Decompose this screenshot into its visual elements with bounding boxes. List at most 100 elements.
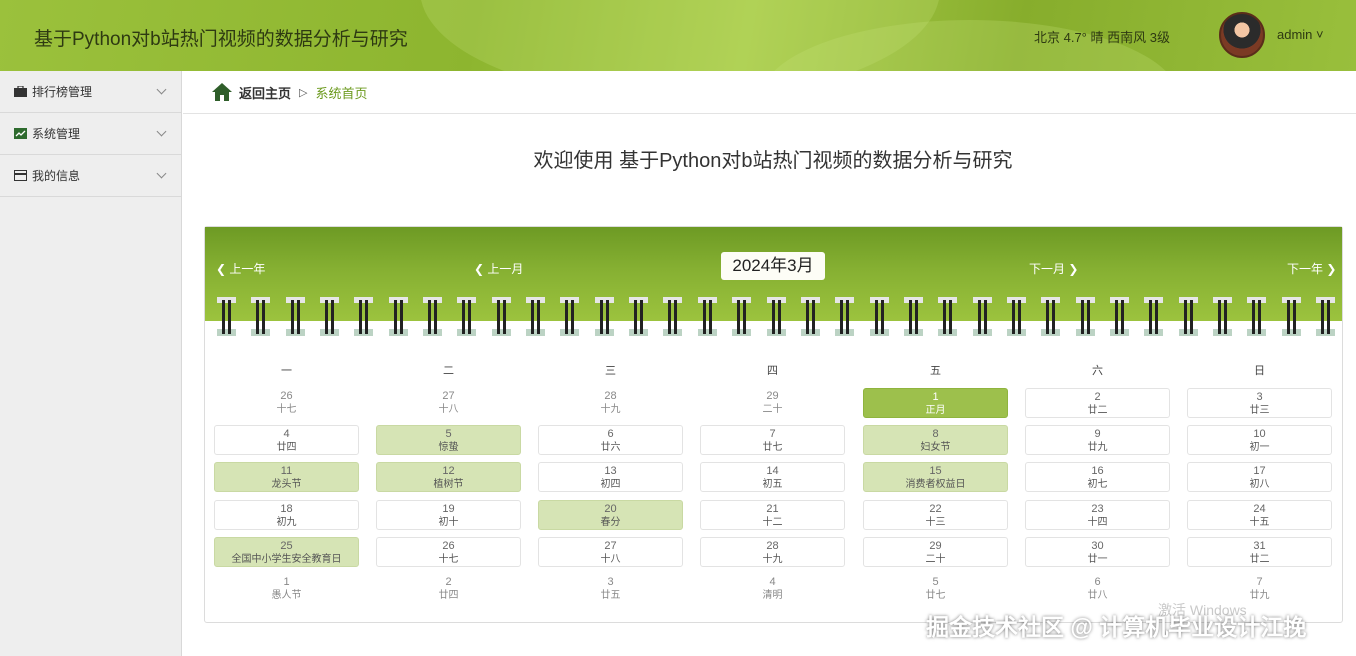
next-month-button[interactable]: 下一月 ❯ bbox=[1029, 260, 1078, 277]
lunar-label: 十九 bbox=[600, 404, 621, 415]
calendar-day[interactable]: 29 二十 bbox=[700, 388, 845, 418]
calendar-day[interactable]: 11 龙头节 bbox=[214, 462, 359, 492]
month-title[interactable]: 2024年3月 bbox=[721, 252, 825, 280]
calendar-day[interactable]: 5 惊蛰 bbox=[376, 425, 521, 455]
calendar-day[interactable]: 4 廿四 bbox=[214, 425, 359, 455]
calendar-day[interactable]: 10 初一 bbox=[1187, 425, 1332, 455]
lunar-label: 十七 bbox=[276, 404, 297, 415]
day-number: 30 bbox=[1091, 540, 1104, 552]
calendar-day[interactable]: 28 十九 bbox=[700, 537, 845, 567]
day-number: 3 bbox=[607, 576, 614, 588]
calendar-day[interactable]: 29 二十 bbox=[863, 537, 1008, 567]
home-icon[interactable] bbox=[212, 83, 232, 101]
breadcrumb: 返回主页 ▷ 系统首页 bbox=[183, 71, 1356, 114]
binder-ring bbox=[1247, 297, 1267, 337]
app-title: 基于Python对b站热门视频的数据分析与研究 bbox=[34, 29, 408, 50]
calendar-day[interactable]: 26 十七 bbox=[214, 388, 359, 418]
day-number: 21 bbox=[766, 503, 779, 515]
calendar-day[interactable]: 6 廿六 bbox=[538, 425, 683, 455]
lunar-label: 初十 bbox=[438, 517, 459, 528]
briefcase-icon bbox=[14, 86, 27, 97]
calendar-day[interactable]: 1 愚人节 bbox=[214, 574, 359, 604]
prev-month-button[interactable]: ❮ 上一月 bbox=[474, 260, 523, 277]
user-menu[interactable]: admin ˅ bbox=[1277, 27, 1324, 42]
card-icon bbox=[14, 170, 27, 181]
day-number: 13 bbox=[604, 465, 617, 477]
calendar-day[interactable]: 13 初四 bbox=[538, 462, 683, 492]
calendar-day[interactable]: 3 廿三 bbox=[1187, 388, 1332, 418]
day-number: 15 bbox=[929, 465, 942, 477]
lunar-label: 初九 bbox=[276, 517, 297, 528]
day-number: 7 bbox=[769, 428, 776, 440]
calendar-day[interactable]: 27 十八 bbox=[376, 388, 521, 418]
calendar-day[interactable]: 16 初七 bbox=[1025, 462, 1170, 492]
lunar-label: 初八 bbox=[1249, 479, 1270, 490]
day-number: 2 bbox=[445, 576, 452, 588]
binder-ring bbox=[526, 297, 546, 337]
day-number: 1 bbox=[932, 391, 939, 403]
day-number: 16 bbox=[1091, 465, 1104, 477]
calendar-day[interactable]: 20 春分 bbox=[538, 500, 683, 530]
next-year-label: 下一年 bbox=[1287, 262, 1324, 276]
calendar-day[interactable]: 4 清明 bbox=[700, 574, 845, 604]
calendar-day[interactable]: 28 十九 bbox=[538, 388, 683, 418]
calendar-day[interactable]: 17 初八 bbox=[1187, 462, 1332, 492]
calendar-day[interactable]: 31 廿二 bbox=[1187, 537, 1332, 567]
avatar[interactable] bbox=[1219, 12, 1265, 58]
day-number: 28 bbox=[604, 390, 617, 402]
calendar-day[interactable]: 19 初十 bbox=[376, 500, 521, 530]
day-number: 29 bbox=[929, 540, 942, 552]
binder-ring bbox=[560, 297, 580, 337]
lunar-label: 十七 bbox=[438, 554, 459, 565]
calendar-day[interactable]: 30 廿一 bbox=[1025, 537, 1170, 567]
calendar-day[interactable]: 12 植树节 bbox=[376, 462, 521, 492]
chevron-right-icon: ❯ bbox=[1068, 262, 1079, 276]
binder-ring bbox=[1178, 297, 1198, 337]
weekday-label: 二 bbox=[443, 365, 454, 377]
chevron-left-icon: ❮ bbox=[216, 262, 227, 276]
welcome-title: 欢迎使用 基于Python对b站热门视频的数据分析与研究 bbox=[533, 150, 1013, 172]
binder-ring bbox=[1041, 297, 1061, 337]
chevron-left-icon: ❮ bbox=[474, 262, 485, 276]
sidebar-item-my-info[interactable]: 我的信息 bbox=[0, 155, 181, 197]
calendar-day[interactable]: 18 初九 bbox=[214, 500, 359, 530]
breadcrumb-current[interactable]: 系统首页 bbox=[315, 83, 367, 102]
binder-ring bbox=[766, 297, 786, 337]
next-year-button[interactable]: 下一年 ❯ bbox=[1287, 260, 1336, 277]
calendar-day[interactable]: 25 全国中小学生安全教育日 bbox=[214, 537, 359, 567]
day-number: 4 bbox=[769, 576, 776, 588]
day-number: 2 bbox=[1094, 391, 1101, 403]
day-number: 4 bbox=[283, 428, 290, 440]
calendar-day[interactable]: 21 十二 bbox=[700, 500, 845, 530]
binder-ring bbox=[320, 297, 340, 337]
calendar-day[interactable]: 2 廿二 bbox=[1025, 388, 1170, 418]
calendar-day[interactable]: 15 消费者权益日 bbox=[863, 462, 1008, 492]
day-number: 14 bbox=[766, 465, 779, 477]
calendar-day[interactable]: 2 廿四 bbox=[376, 574, 521, 604]
calendar-day[interactable]: 14 初五 bbox=[700, 462, 845, 492]
calendar-day[interactable]: 3 廿五 bbox=[538, 574, 683, 604]
lunar-label: 植树节 bbox=[433, 479, 464, 490]
calendar-day[interactable]: 7 廿七 bbox=[700, 425, 845, 455]
calendar-day[interactable]: 26 十七 bbox=[376, 537, 521, 567]
calendar-day[interactable]: 6 廿八 bbox=[1025, 574, 1170, 604]
back-home-link[interactable]: 返回主页 bbox=[239, 83, 291, 102]
lunar-label: 廿八 bbox=[1087, 590, 1108, 601]
binder-rings bbox=[217, 297, 1335, 337]
calendar-day[interactable]: 1 正月 bbox=[863, 388, 1008, 418]
calendar-day[interactable]: 22 十三 bbox=[863, 500, 1008, 530]
lunar-label: 正月 bbox=[925, 405, 946, 416]
calendar-day[interactable]: 24 十五 bbox=[1187, 500, 1332, 530]
calendar-day[interactable]: 23 十四 bbox=[1025, 500, 1170, 530]
lunar-label: 初五 bbox=[762, 479, 783, 490]
sidebar-item-system[interactable]: 系统管理 bbox=[0, 113, 181, 155]
sidebar-item-rankings[interactable]: 排行榜管理 bbox=[0, 71, 181, 113]
weather-info: 北京 4.7° 晴 西南风 3级 bbox=[1034, 30, 1170, 45]
lunar-label: 初七 bbox=[1087, 479, 1108, 490]
prev-year-button[interactable]: ❮ 上一年 bbox=[216, 260, 265, 277]
day-number: 10 bbox=[1253, 428, 1266, 440]
calendar-day[interactable]: 8 妇女节 bbox=[863, 425, 1008, 455]
calendar-day[interactable]: 5 廿七 bbox=[863, 574, 1008, 604]
calendar-day[interactable]: 27 十八 bbox=[538, 537, 683, 567]
calendar-day[interactable]: 9 廿九 bbox=[1025, 425, 1170, 455]
